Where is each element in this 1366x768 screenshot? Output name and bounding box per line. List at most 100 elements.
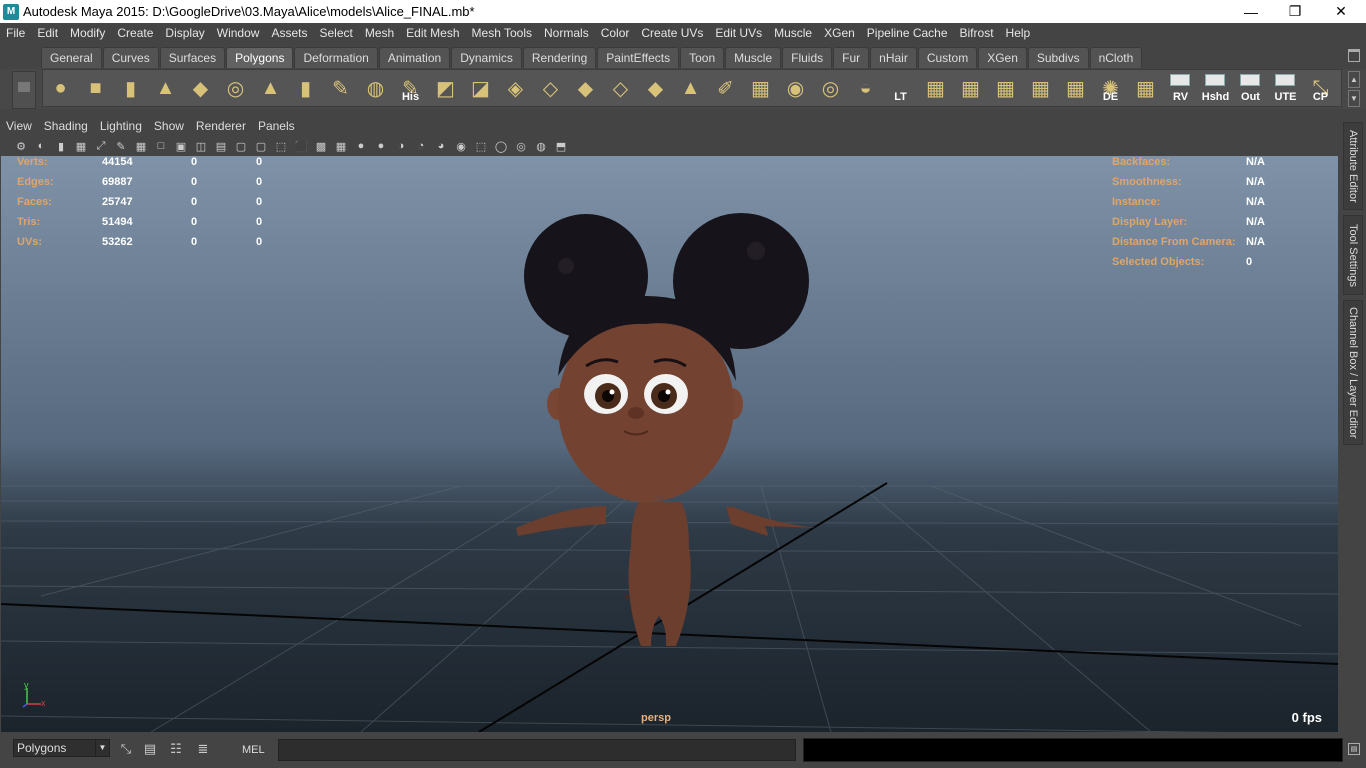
smooth-shade-icon[interactable]: ⬛: [292, 138, 310, 154]
xray-active-icon[interactable]: ◍: [532, 138, 550, 154]
perspective-viewport[interactable]: Verts: 44154 0 0 Edges: 69887 0 0 Faces: 25747 0 0 T…: [1, 156, 1338, 732]
motion-blur-icon[interactable]: ◔: [412, 138, 430, 154]
camera-select-icon[interactable]: ⚙: [12, 138, 30, 154]
grease-pencil-icon[interactable]: ✎: [112, 138, 130, 154]
insert-edge-loop-icon[interactable]: ◆: [568, 70, 603, 106]
use-all-lights-icon[interactable]: ●: [352, 138, 370, 154]
shelf-tab-painteffects[interactable]: PaintEffects: [597, 47, 680, 68]
poly-pyramid-icon[interactable]: ▲: [253, 70, 288, 106]
custom-out-icon[interactable]: Out: [1233, 70, 1268, 106]
attribute-editor-tab[interactable]: Attribute Editor: [1343, 122, 1363, 210]
shelf-tab-animation[interactable]: Animation: [378, 47, 451, 68]
film-gate-icon[interactable]: □: [152, 138, 170, 154]
menu-bifrost[interactable]: Bifrost: [954, 26, 1000, 40]
shelf-tab-nhair[interactable]: nHair: [870, 47, 917, 68]
uv-planar-icon[interactable]: ▦: [1058, 70, 1093, 106]
shelf-tab-rendering[interactable]: Rendering: [522, 47, 597, 68]
outliner-icon[interactable]: ☷: [166, 739, 186, 759]
shelf-tab-toon[interactable]: Toon: [680, 47, 725, 68]
alice-character-model[interactable]: [506, 206, 826, 646]
poly-cylinder-icon[interactable]: ▮: [113, 70, 148, 106]
offset-edge-loop-icon[interactable]: ◇: [603, 70, 638, 106]
custom-lt-icon[interactable]: LT: [883, 70, 918, 106]
uv-editor-icon[interactable]: ▦: [743, 70, 778, 106]
shelf-tab-curves[interactable]: Curves: [102, 47, 159, 68]
poly-torus-icon[interactable]: ◎: [218, 70, 253, 106]
render-view-icon[interactable]: ▤: [140, 739, 160, 759]
minimize-button[interactable]: —: [1228, 0, 1274, 23]
history-toggle-icon[interactable]: ✎ His: [393, 70, 428, 106]
menu-select[interactable]: Select: [313, 26, 358, 40]
menu-color[interactable]: Color: [595, 26, 636, 40]
uv-checker-icon[interactable]: ▦: [1128, 70, 1163, 106]
panel-menu-show[interactable]: Show: [148, 119, 190, 133]
custom-rv-icon[interactable]: RV: [1163, 70, 1198, 106]
menu-mesh-tools[interactable]: Mesh Tools: [466, 26, 538, 40]
menu-modify[interactable]: Modify: [64, 26, 111, 40]
shelf-scroll-down-icon[interactable]: ▼: [1348, 90, 1360, 107]
shelf-tab-fur[interactable]: Fur: [833, 47, 870, 68]
shelf-tab-muscle[interactable]: Muscle: [725, 47, 782, 68]
layer-icon[interactable]: ≣: [193, 739, 213, 759]
2d-pan-zoom-icon[interactable]: ⤢: [92, 138, 110, 154]
shelf-menu-grip[interactable]: [12, 71, 36, 109]
panel-menu-lighting[interactable]: Lighting: [94, 119, 148, 133]
shelf-scroll-up-icon[interactable]: ▲: [1348, 71, 1360, 88]
menu-pipeline-cache[interactable]: Pipeline Cache: [861, 26, 954, 40]
shelf-tab-ncloth[interactable]: nCloth: [1089, 47, 1143, 68]
menu-display[interactable]: Display: [159, 26, 210, 40]
transfer-attributes-icon[interactable]: ◎: [813, 70, 848, 106]
smooth-icon[interactable]: ◍: [358, 70, 393, 106]
shelf-tab-dynamics[interactable]: Dynamics: [451, 47, 522, 68]
menu-xgen[interactable]: XGen: [818, 26, 861, 40]
split-polygon-icon[interactable]: ◇: [533, 70, 568, 106]
shelf-tab-custom[interactable]: Custom: [917, 47, 978, 68]
multisample-aa-icon[interactable]: ◕: [432, 138, 450, 154]
safe-title-icon[interactable]: ▢: [252, 138, 270, 154]
shelf-tab-polygons[interactable]: Polygons: [226, 47, 294, 68]
custom-de-icon[interactable]: ✺ DE: [1093, 70, 1128, 106]
panel-menu-shading[interactable]: Shading: [38, 119, 94, 133]
isolate-select-icon[interactable]: ⬚: [472, 138, 490, 154]
menu-assets[interactable]: Assets: [265, 26, 313, 40]
wireframe-on-shaded-icon[interactable]: ▩: [312, 138, 330, 154]
camera-attributes-icon[interactable]: ◐: [32, 138, 50, 154]
xray-joints-icon[interactable]: ◎: [512, 138, 530, 154]
channel-box-layer-editor-tab[interactable]: Channel Box / Layer Editor: [1343, 300, 1363, 445]
textured-icon[interactable]: ▦: [332, 138, 350, 154]
restore-button[interactable]: ❐: [1272, 0, 1318, 23]
menu-file[interactable]: File: [0, 26, 31, 40]
snap-together-icon[interactable]: ⤡: [116, 739, 136, 759]
shelf-tab-fluids[interactable]: Fluids: [782, 47, 833, 68]
poly-sphere-icon[interactable]: ●: [43, 70, 78, 106]
menu-create-uvs[interactable]: Create UVs: [635, 26, 709, 40]
shelf-tab-surfaces[interactable]: Surfaces: [159, 47, 226, 68]
grid-toggle-icon[interactable]: ▦: [132, 138, 150, 154]
menu-mesh[interactable]: Mesh: [359, 26, 400, 40]
bridge-icon[interactable]: ◪: [463, 70, 498, 106]
menu-edit[interactable]: Edit: [31, 26, 64, 40]
shadows-icon[interactable]: ●: [372, 138, 390, 154]
extrude-icon[interactable]: ◩: [428, 70, 463, 106]
menu-set-selector[interactable]: Polygons ▼: [13, 739, 110, 757]
screen-space-ao-icon[interactable]: ◑: [392, 138, 410, 154]
custom-cp-icon[interactable]: ⤡ CP: [1303, 70, 1338, 106]
shelf-tab-deformation[interactable]: Deformation: [294, 47, 378, 68]
tool-settings-tab[interactable]: Tool Settings: [1343, 215, 1363, 295]
custom-hshd-icon[interactable]: Hshd: [1198, 70, 1233, 106]
uv-unfold-icon[interactable]: ▦: [953, 70, 988, 106]
uv-layout-icon[interactable]: ▦: [918, 70, 953, 106]
poly-cone-icon[interactable]: ▲: [148, 70, 183, 106]
custom-ute-icon[interactable]: UTE: [1268, 70, 1303, 106]
depth-of-field-icon[interactable]: ◉: [452, 138, 470, 154]
wireframe-icon[interactable]: ⬚: [272, 138, 290, 154]
script-editor-icon[interactable]: ▤: [1348, 743, 1360, 755]
uv-cut-icon[interactable]: ▦: [988, 70, 1023, 106]
sculpt-icon[interactable]: ▲: [673, 70, 708, 106]
poly-cube-icon[interactable]: ■: [78, 70, 113, 106]
paint-tool-icon[interactable]: ✐: [708, 70, 743, 106]
snap-points-icon[interactable]: ◉: [778, 70, 813, 106]
menu-help[interactable]: Help: [1000, 26, 1037, 40]
menu-edit-mesh[interactable]: Edit Mesh: [400, 26, 465, 40]
panel-menu-view[interactable]: View: [0, 119, 38, 133]
